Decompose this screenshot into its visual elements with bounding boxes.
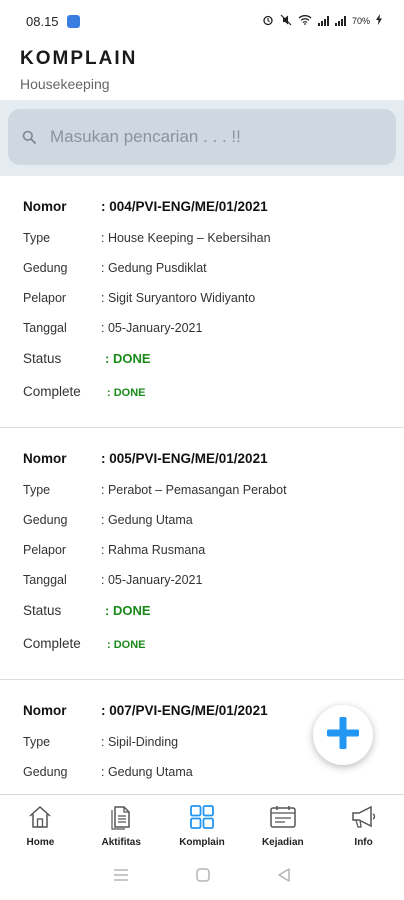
menu-icon[interactable] [113,868,129,887]
status-row: Status : DONE [23,351,404,384]
tanggal-value: : 05-January-2021 [101,573,203,587]
app-header: KOMPLAIN Housekeeping [20,48,137,92]
status-time: 08.15 [26,13,59,29]
gedung-label: Gedung [23,261,68,275]
status-value: : DONE [105,603,151,618]
type-label: Type [23,483,51,497]
nav-item-kejadian[interactable]: Kejadian [242,795,323,854]
wifi-icon [298,14,312,28]
pelapor-row: Pelapor : Rahma Rusmana [23,543,404,573]
battery-level: 70% [351,16,370,26]
gedung-row: Gedung : Gedung Utama [23,765,404,794]
complete-row: Complete : DONE [23,384,404,414]
bottom-navigation: Home Aktifitas Komplain Kejadian Info [0,794,404,854]
nomor-value: : 007/PVI-ENG/ME/01/2021 [101,703,268,718]
search-icon [22,130,36,144]
nomor-value: : 005/PVI-ENG/ME/01/2021 [101,451,268,466]
gedung-value: : Gedung Utama [101,513,193,527]
gedung-row: Gedung : Gedung Utama [23,513,404,543]
nav-label: Kejadian [261,837,304,848]
complaint-card[interactable]: Nomor : 004/PVI-ENG/ME/01/2021 Type : Hous… [0,176,404,428]
pelapor-value: : Sigit Suryantoro Widiyanto [101,291,256,305]
tanggal-row: Tanggal : 05-January-2021 [23,321,404,351]
nomor-label: Nomor [23,199,67,214]
pelapor-label: Pelapor [23,291,67,305]
charging-icon [376,14,382,28]
search-bar-container [0,100,404,176]
search-input[interactable] [50,127,370,147]
add-complaint-button[interactable] [313,705,373,765]
complete-label: Complete [23,384,81,399]
nav-label: Home [26,837,55,848]
complete-value: : DONE [107,639,146,651]
system-navigation-bar [0,854,404,900]
status-bar: 08.15 70% [0,0,404,42]
home-button-icon[interactable] [196,867,210,887]
signal-icon [317,16,329,26]
type-value: : House Keeping – Kebersihan [101,231,271,245]
alarm-icon [262,14,274,29]
complete-row: Complete : DONE [23,636,404,666]
complaint-list[interactable]: Nomor : 004/PVI-ENG/ME/01/2021 Type : Hous… [0,176,404,794]
complete-label: Complete [23,636,81,651]
page-title: KOMPLAIN [20,48,138,69]
pelapor-value: : Rahma Rusmana [101,543,206,557]
tanggal-label: Tanggal [23,321,67,335]
nav-item-home[interactable]: Home [0,795,81,854]
nomor-label: Nomor [23,451,67,466]
pelapor-row: Pelapor : Sigit Suryantoro Widiyanto [23,291,404,321]
gedung-value: : Gedung Pusdiklat [101,261,207,275]
status-label: Status [23,351,62,366]
status-label: Status [23,603,62,618]
nav-item-aktifitas[interactable]: Aktifitas [81,795,162,854]
type-value: : Perabot – Pemasangan Perabot [101,483,287,497]
gedung-label: Gedung [23,765,68,779]
gedung-row: Gedung : Gedung Pusdiklat [23,261,404,291]
nomor-row: Nomor : 004/PVI-ENG/ME/01/2021 [23,199,404,231]
back-icon[interactable] [277,867,291,887]
nav-item-komplain[interactable]: Komplain [162,795,243,854]
tanggal-value: : 05-January-2021 [101,321,203,335]
gedung-label: Gedung [23,513,68,527]
page-subtitle: Housekeeping [20,76,110,92]
status-icons: 70% [262,14,382,29]
gedung-value: : Gedung Utama [101,765,193,779]
plus-icon [326,716,360,755]
app-notification-icon [66,14,80,28]
document-icon [108,803,134,831]
type-label: Type [23,735,51,749]
complete-value: : DONE [107,387,146,399]
search-box[interactable] [8,109,396,165]
nav-label: Komplain [179,837,225,848]
status-row: Status : DONE [23,603,404,636]
status-value: : DONE [105,351,151,366]
signal-icon-2 [334,16,346,26]
tanggal-row: Tanggal : 05-January-2021 [23,573,404,603]
complaint-card[interactable]: Nomor : 005/PVI-ENG/ME/01/2021 Type : Pera… [0,428,404,680]
type-row: Type : Perabot – Pemasangan Perabot [23,483,404,513]
mute-icon [280,14,292,29]
tanggal-label: Tanggal [23,573,67,587]
type-value: : Sipil-Dinding [101,735,179,749]
calendar-icon [269,803,297,831]
type-label: Type [23,231,51,245]
nomor-value: : 004/PVI-ENG/ME/01/2021 [101,199,268,214]
nomor-label: Nomor [23,703,67,718]
type-row: Type : House Keeping – Kebersihan [23,231,404,261]
home-icon [27,803,53,831]
grid-icon [189,803,215,831]
pelapor-label: Pelapor [23,543,67,557]
nav-label: Info [354,837,373,848]
megaphone-icon [350,803,378,831]
nav-label: Aktifitas [101,837,141,848]
nav-item-info[interactable]: Info [323,795,404,854]
nomor-row: Nomor : 005/PVI-ENG/ME/01/2021 [23,451,404,483]
